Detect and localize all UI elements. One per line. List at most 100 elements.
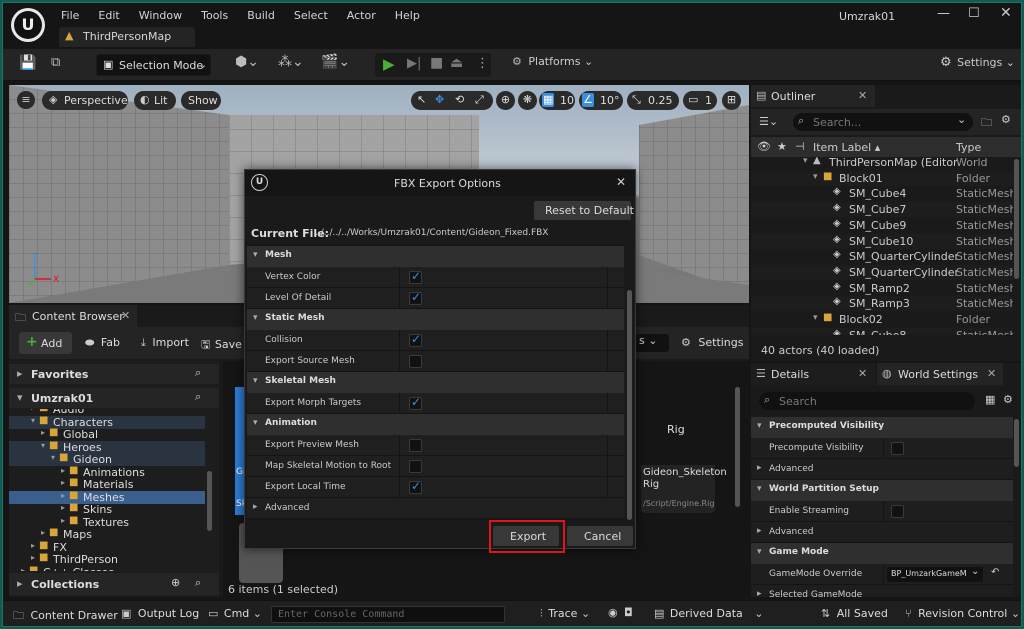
details-section-header[interactable]: ▾ Game Mode	[751, 543, 1013, 564]
chevron-down-icon[interactable]: ▾	[31, 416, 35, 425]
show-button[interactable]: Show	[181, 91, 221, 110]
outliner-row[interactable]: ◈ SM_Ramp3 StaticMesh	[751, 296, 1013, 312]
import-button[interactable]: ⤓ Import	[141, 336, 189, 350]
asset-tile-rig[interactable]: Rig Gideon_Skeleton Rig /Script/Engine.R…	[641, 391, 727, 513]
outliner-scrollbar[interactable]	[1014, 159, 1019, 279]
outliner-row[interactable]: ◈ SM_Cube4 StaticMesh	[751, 186, 1013, 201]
hamburger-icon[interactable]: ≡	[17, 91, 35, 109]
dialog-scrollbar[interactable]	[627, 290, 632, 520]
option-section-header[interactable]: ▾ Skeletal Mesh	[247, 372, 624, 393]
play-icon[interactable]: ▶	[383, 55, 395, 73]
option-checkbox[interactable]	[409, 479, 422, 494]
gear-icon[interactable]: ⚙	[1003, 393, 1013, 406]
menu-tools[interactable]: Tools	[201, 9, 228, 22]
world-settings-tab[interactable]: ◍ World Settings ✕	[877, 363, 1003, 385]
cb-settings-button[interactable]: ⚙ Settings	[681, 336, 744, 349]
details-search-input[interactable]: ⌕ Search	[759, 392, 975, 410]
collections-header[interactable]: ▸ Collections ⊕ ⌕	[9, 573, 219, 595]
fab-button[interactable]: ⬬ Fab	[85, 336, 120, 350]
chevron-right-icon[interactable]: ▸	[31, 409, 35, 412]
outliner-row[interactable]: ◈ SM_Cube8StaticMesh	[751, 327, 1013, 335]
stop-icon[interactable]: ■	[430, 55, 443, 71]
tree-scrollbar[interactable]	[207, 471, 212, 531]
derived-data-dropdown[interactable]: ▤ Derived Data ⌄	[654, 607, 763, 620]
details-section-header[interactable]: ▾ World Partition Setup	[751, 480, 1013, 501]
details-scrollbar[interactable]	[1014, 419, 1019, 467]
item-label-column[interactable]: Item Label ▴	[813, 141, 880, 154]
option-row[interactable]: Vertex Color	[247, 267, 624, 288]
viewport-layout-icon[interactable]: ⊞	[722, 91, 741, 110]
add-collection-icon[interactable]: ⊕	[171, 576, 180, 589]
outliner-row[interactable]: ◈ SM_Cube9 StaticMesh	[751, 218, 1013, 233]
screenshot-icon[interactable]: ◘	[624, 606, 633, 619]
add-folder-icon[interactable]: 🗀	[981, 114, 992, 133]
select-tool-icon[interactable]: ↖	[417, 93, 426, 106]
search-icon[interactable]: ⌕	[195, 390, 201, 404]
perspective-button[interactable]: ◈ Perspective	[42, 91, 128, 110]
outliner-row[interactable]: ▾ ■ Block01 Folder	[751, 170, 1013, 186]
details-property-row[interactable]: ▸ Selected GameMode	[751, 585, 1013, 597]
close-tab-icon[interactable]: ✕	[858, 89, 867, 102]
all-saved-button[interactable]: ⇅ All Saved	[821, 607, 888, 620]
details-tab[interactable]: ☰ Details ✕	[751, 363, 875, 385]
option-section-header[interactable]: ▾ Static Mesh	[247, 309, 624, 330]
step-icon[interactable]: ▶|	[407, 56, 421, 71]
menu-edit[interactable]: Edit	[98, 9, 119, 22]
option-checkbox[interactable]	[409, 439, 422, 452]
type-column[interactable]: Type	[956, 141, 981, 154]
console-input[interactable]: Enter Console Command	[271, 606, 505, 623]
chevron-down-icon[interactable]: ▾	[51, 453, 55, 462]
close-tab-icon[interactable]: ✕	[987, 367, 996, 380]
details-property-row[interactable]: ▸ Advanced	[751, 459, 1013, 480]
option-checkbox[interactable]	[409, 269, 422, 284]
cmd-dropdown[interactable]: ▭ Cmd ⌄	[208, 607, 262, 620]
more-icon[interactable]: ⋮	[476, 56, 489, 71]
details-property-row[interactable]: ▸ Advanced	[751, 522, 1013, 543]
favorites-header[interactable]: ▸ Favorites ⌕	[9, 364, 219, 384]
outliner-search-input[interactable]: ⌕ Search... ⌄	[793, 113, 973, 131]
table-view-icon[interactable]: ▦	[985, 393, 995, 406]
option-row[interactable]: Export Morph Targets	[247, 393, 624, 414]
details-section-header[interactable]: ▾ Precomputed Visibility	[751, 417, 1013, 438]
chevron-right-icon[interactable]: ▸	[21, 566, 25, 572]
surface-snap-icon[interactable]: ❋	[518, 91, 537, 110]
add-actor-icon[interactable]: ⬢⌄	[235, 54, 259, 70]
scale-snap-button[interactable]: ⤡ 0.25	[627, 91, 679, 110]
minimize-icon[interactable]: —	[937, 6, 950, 21]
filter-icon[interactable]: ☰⌄	[759, 115, 778, 128]
output-log-button[interactable]: ▣ Output Log	[121, 607, 199, 620]
maximize-icon[interactable]: ☐	[968, 6, 980, 21]
chevron-right-icon[interactable]: ▸	[31, 541, 35, 550]
selection-mode-dropdown[interactable]: ▣ Selection Mode ⌄	[96, 54, 211, 76]
scale-tool-icon[interactable]: ⤢	[475, 93, 484, 107]
gear-icon[interactable]: ⚙	[1001, 113, 1011, 126]
gamemode-combo[interactable]: BP_UmzarkGameM ⌄	[887, 566, 983, 582]
option-section-header[interactable]: ▾ Mesh	[247, 246, 624, 267]
folder-tree-item[interactable]: ▸ ■ Skins	[9, 502, 205, 516]
menu-actor[interactable]: Actor	[347, 9, 376, 22]
chevron-down-icon[interactable]: ▾	[813, 172, 818, 182]
option-checkbox[interactable]	[409, 355, 422, 368]
folder-tree-item[interactable]: ▾ ■ Characters	[9, 415, 205, 429]
cancel-button[interactable]: Cancel	[567, 526, 633, 546]
menu-file[interactable]: File	[61, 9, 79, 22]
outliner-row[interactable]: ◈ SM_QuarterCylinder StaticMesh	[751, 264, 1013, 280]
eject-icon[interactable]: ⏏	[450, 55, 463, 71]
folder-tree-item[interactable]: ▸ ■ Meshes	[9, 490, 205, 504]
eye-icon[interactable]: 👁	[757, 140, 771, 153]
pin-icon[interactable]: ⊣	[795, 140, 805, 153]
folder-tree-item[interactable]: ▸ ■ Textures	[9, 515, 205, 529]
toolbar-settings-button[interactable]: ⚙ Settings ⌄	[940, 55, 1015, 75]
camera-speed-button[interactable]: ▭ 1	[683, 91, 717, 110]
folder-tree-item[interactable]: ▾ ■ Heroes	[9, 440, 205, 454]
chevron-right-icon[interactable]: ▸	[61, 491, 65, 500]
option-row[interactable]: Export Source Mesh	[247, 351, 624, 372]
content-browser-tab[interactable]: 🗀 Content Browser ✕	[9, 305, 137, 327]
translate-tool-icon[interactable]: ✥	[435, 93, 444, 106]
details-property-row[interactable]: GameMode Override BP_UmzarkGameM ⌄ ↶	[751, 564, 1013, 585]
chevron-right-icon[interactable]: ▸	[41, 428, 45, 437]
grid-snap-button[interactable]: ▦ 10	[539, 91, 575, 110]
option-row[interactable]: Collision	[247, 330, 624, 351]
chevron-down-icon[interactable]: ▾	[813, 313, 818, 323]
folder-tree-item[interactable]: ▸ ■ C++ Classes	[9, 565, 205, 572]
